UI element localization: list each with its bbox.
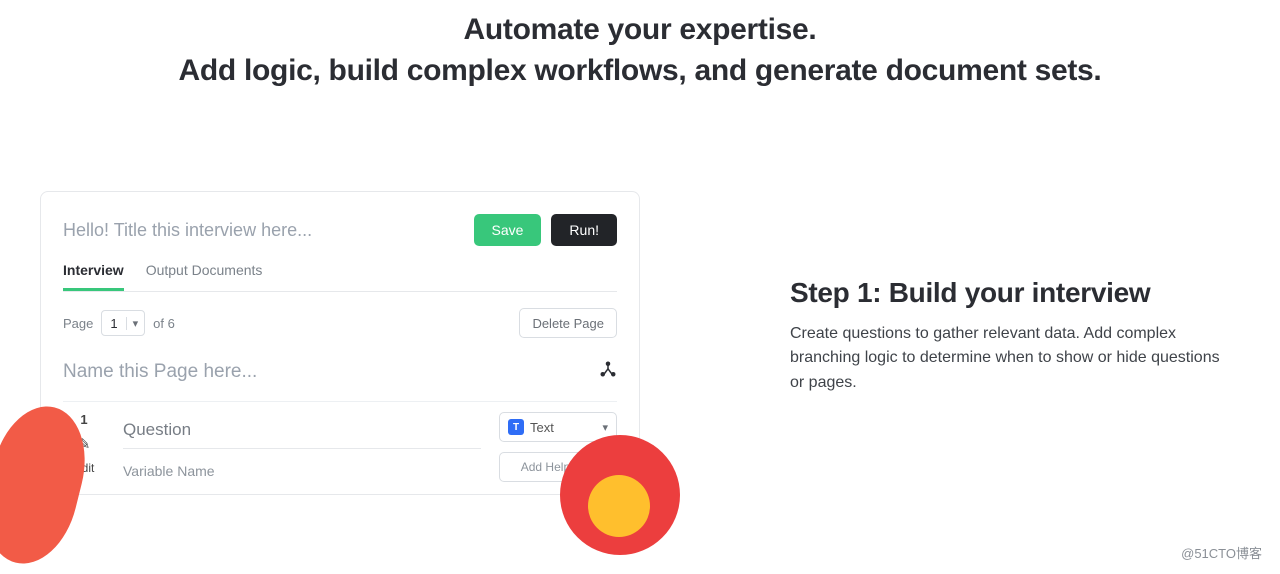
save-button[interactable]: Save [474, 214, 542, 246]
builder-panel: Hello! Title this interview here... Save… [40, 191, 640, 495]
hero-line-1: Automate your expertise. [0, 10, 1280, 51]
decorative-blob-right [560, 435, 680, 555]
chevron-down-icon: ▾ [602, 421, 608, 434]
delete-page-button[interactable]: Delete Page [519, 308, 617, 338]
step-description: Step 1: Build your interview Create ques… [790, 276, 1220, 396]
step-title: Step 1: Build your interview [790, 276, 1220, 310]
watermark: @51CTO博客 [1181, 543, 1262, 562]
step-body: Create questions to gather relevant data… [790, 322, 1220, 396]
interview-title-input[interactable]: Hello! Title this interview here... [63, 220, 312, 241]
question-row: 1 ✎ Edit Question Variable Name T Text ▾… [63, 401, 617, 482]
text-type-badge-icon: T [508, 419, 524, 435]
page-name-input[interactable]: Name this Page here... [63, 361, 257, 383]
question-index: 1 [80, 412, 87, 427]
page-current: 1 [102, 316, 125, 331]
question-type-label: Text [530, 420, 554, 435]
tabs: Interview Output Documents [63, 262, 617, 292]
page-select[interactable]: 1 ▾ [101, 310, 145, 336]
page-label: Page [63, 316, 93, 331]
tab-output-documents[interactable]: Output Documents [146, 262, 263, 291]
chevron-down-icon: ▾ [126, 317, 145, 330]
page-total: of 6 [153, 316, 175, 331]
branching-logic-icon[interactable] [599, 360, 617, 383]
run-button[interactable]: Run! [551, 214, 617, 246]
hero-heading: Automate your expertise. Add logic, buil… [0, 10, 1280, 91]
tab-interview[interactable]: Interview [63, 262, 124, 291]
hero-line-2: Add logic, build complex workflows, and … [0, 51, 1280, 92]
variable-name-input[interactable]: Variable Name [123, 449, 481, 479]
question-text-input[interactable]: Question [123, 412, 481, 449]
